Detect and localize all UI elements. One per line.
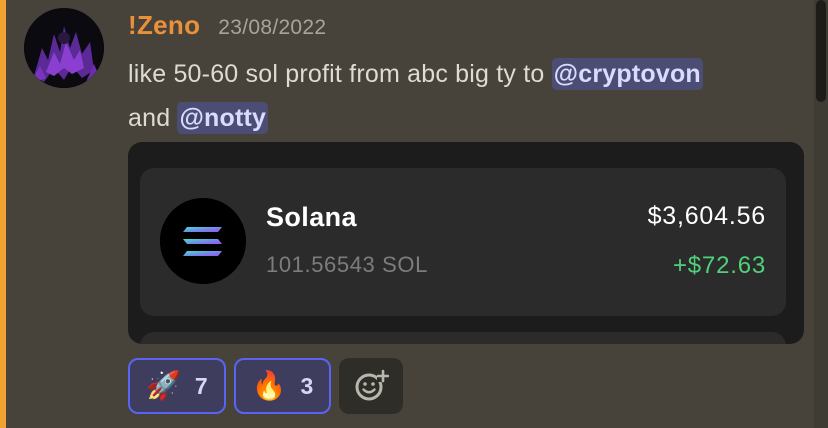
token-card-partial	[140, 332, 786, 344]
mention-notty[interactable]: @notty	[177, 102, 269, 134]
token-card: Solana 101.56543 SOL $3,604.56 +$72.63	[140, 168, 786, 316]
reaction-rocket[interactable]: 🚀 7	[128, 358, 226, 414]
avatar-image	[24, 8, 104, 88]
rocket-emoji-icon: 🚀	[146, 369, 181, 402]
timestamp: 23/08/2022	[218, 16, 327, 39]
chat-message: !Zeno 23/08/2022 like 50-60 sol profit f…	[0, 0, 828, 428]
reactions-bar: 🚀 7 🔥 3	[128, 358, 404, 414]
token-amount: 101.56543 SOL	[266, 252, 428, 277]
message-text: like 50-60 sol profit from abc big ty to	[128, 60, 552, 88]
reaction-fire[interactable]: 🔥 3	[233, 358, 332, 414]
reaction-count: 3	[300, 372, 314, 399]
scrollbar-thumb[interactable]	[816, 0, 826, 102]
reaction-count: 7	[194, 372, 208, 399]
solana-logo-icon	[160, 198, 246, 284]
message-text-continued: and	[128, 104, 178, 132]
avatar[interactable]	[24, 8, 104, 88]
message-content: like 50-60 sol profit from abc big ty to…	[128, 52, 818, 140]
scrollbar-track[interactable]	[814, 0, 828, 428]
token-name: Solana	[266, 202, 357, 232]
add-reaction-button[interactable]	[339, 358, 404, 414]
image-attachment[interactable]: Solana 101.56543 SOL $3,604.56 +$72.63	[128, 142, 804, 344]
username[interactable]: !Zeno	[128, 10, 200, 41]
mention-highlight-bar	[0, 0, 6, 428]
message-header: !Zeno 23/08/2022	[128, 10, 326, 50]
fire-emoji-icon: 🔥	[251, 369, 287, 402]
mention-cryptovon[interactable]: @cryptovon	[551, 58, 703, 90]
add-reaction-icon	[355, 369, 390, 401]
token-change: +$72.63	[672, 252, 766, 279]
token-value: $3,604.56	[647, 202, 766, 230]
